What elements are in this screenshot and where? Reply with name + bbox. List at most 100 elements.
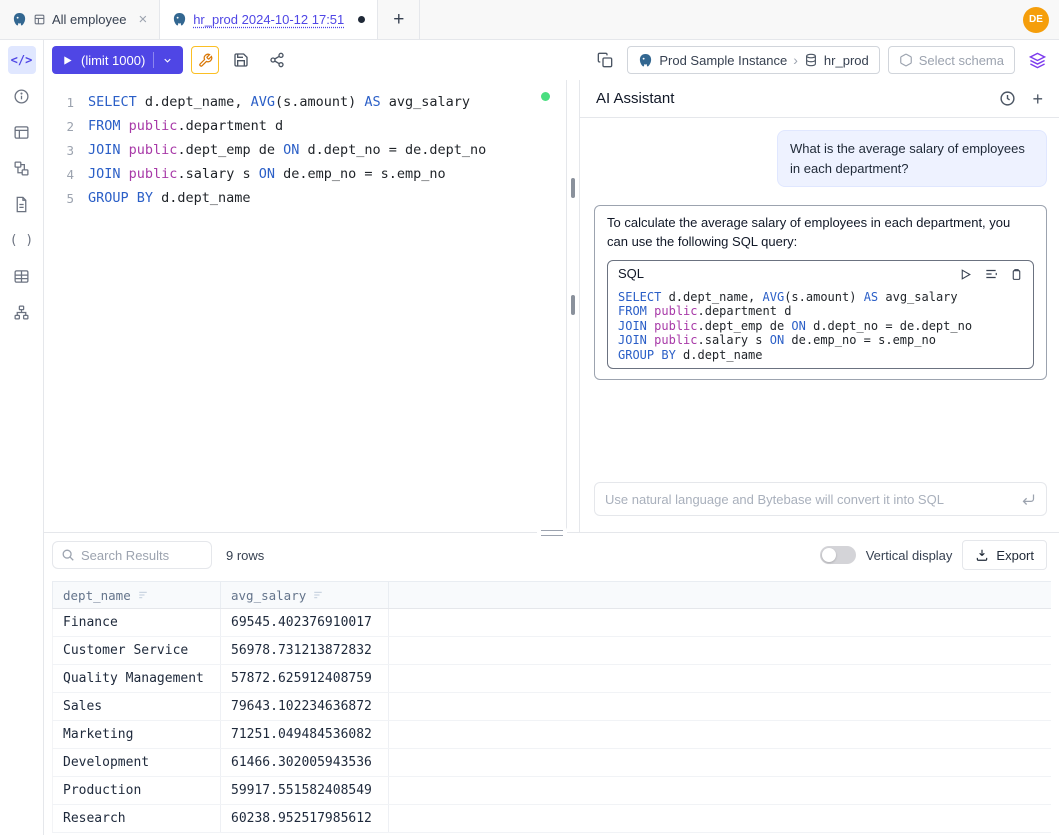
tab-hr-prod[interactable]: hr_prod 2024-10-12 17:51 [160, 0, 378, 39]
format-sql-button[interactable] [591, 46, 619, 74]
select-schema-dropdown[interactable]: Select schema [888, 46, 1015, 74]
editor-line: 3JOIN public.dept_emp de ON d.dept_no = … [44, 138, 566, 162]
sidebar-item-snippets[interactable]: ( ) [8, 226, 36, 254]
table-cell[interactable]: 69545.402376910017 [221, 609, 389, 636]
table-cell[interactable]: 79643.102234636872 [221, 693, 389, 720]
sidebar-item-connections[interactable] [8, 298, 36, 326]
close-icon[interactable]: × [138, 12, 147, 27]
table-cell[interactable]: Research [53, 805, 221, 832]
ai-prompt-input[interactable] [605, 492, 1013, 507]
ai-assistant-panel: AI Assistant + What is the average salar… [580, 80, 1059, 532]
table-cell[interactable]: Marketing [53, 721, 221, 748]
save-button[interactable] [227, 46, 255, 74]
table-cell[interactable]: Quality Management [53, 665, 221, 692]
table-cell[interactable]: Sales [53, 693, 221, 720]
row-filler [389, 777, 1051, 804]
search-results-box [52, 541, 212, 569]
wrench-icon [198, 53, 213, 68]
sidebar-item-schema-diagram[interactable] [8, 154, 36, 182]
table-cell[interactable]: Customer Service [53, 637, 221, 664]
column-header-dept_name[interactable]: dept_name [53, 582, 221, 608]
column-label: avg_salary [231, 588, 306, 603]
insert-code-icon[interactable] [984, 267, 998, 281]
new-tab-button[interactable]: + [378, 0, 420, 39]
table-row: Finance69545.402376910017 [52, 609, 1051, 637]
tab-all-employee[interactable]: All employee × [0, 0, 160, 39]
row-filler [389, 693, 1051, 720]
run-query-button[interactable]: (limit 1000) [52, 46, 183, 74]
table-cell[interactable]: Finance [53, 609, 221, 636]
table-row: Sales79643.102234636872 [52, 693, 1051, 721]
sql-editor[interactable]: 1SELECT d.dept_name, AVG(s.amount) AS av… [44, 80, 566, 532]
header-filler [389, 582, 1051, 608]
postgres-icon [172, 12, 187, 27]
copy-code-icon[interactable] [1010, 268, 1023, 281]
editor-toolbar: (limit 1000) [44, 40, 1059, 80]
line-number: 2 [44, 119, 88, 134]
search-icon [61, 548, 75, 562]
vertical-display-label: Vertical display [866, 548, 953, 563]
row-filler [389, 805, 1051, 832]
table-row: Marketing71251.049484536082 [52, 721, 1051, 749]
postgres-icon [12, 12, 27, 27]
tab-label: All employee [52, 12, 126, 27]
table-row: Quality Management57872.625912408759 [52, 665, 1051, 693]
assistant-text: To calculate the average salary of emplo… [607, 215, 1010, 249]
row-count: 9 rows [226, 548, 264, 563]
connection-status-dot [541, 92, 550, 101]
database-icon [804, 53, 818, 67]
table-cell[interactable]: 71251.049484536082 [221, 721, 389, 748]
share-button[interactable] [263, 46, 291, 74]
user-avatar[interactable]: DE [1023, 7, 1049, 33]
table-cell[interactable]: 60238.952517985612 [221, 805, 389, 832]
run-code-icon[interactable] [959, 268, 972, 281]
return-icon[interactable] [1021, 492, 1036, 507]
ai-panel-title: AI Assistant [596, 90, 674, 107]
play-icon [62, 55, 73, 66]
table-cell[interactable]: 59917.551582408549 [221, 777, 389, 804]
table-cell[interactable]: Production [53, 777, 221, 804]
search-results-input[interactable] [81, 548, 203, 563]
table-cell[interactable]: Development [53, 749, 221, 776]
vertical-display-toggle[interactable] [820, 546, 856, 564]
results-resize-handle[interactable] [537, 527, 567, 537]
line-number: 4 [44, 167, 88, 182]
schema-diagram-button[interactable] [1023, 46, 1051, 74]
sidebar-item-tables[interactable] [8, 262, 36, 290]
ai-code-line: JOIN public.salary s ON de.emp_no = s.em… [618, 333, 1023, 348]
sort-icon[interactable] [137, 589, 149, 601]
table-cell[interactable]: 57872.625912408759 [221, 665, 389, 692]
tab-label: hr_prod 2024-10-12 17:51 [193, 12, 344, 27]
row-filler [389, 721, 1051, 748]
results-table: dept_name avg_salary Finance69545.4023769… [52, 581, 1051, 835]
code-block-label: SQL [618, 265, 644, 284]
chevron-right-icon: › [793, 52, 798, 68]
ai-code-line: SELECT d.dept_name, AVG(s.amount) AS avg… [618, 290, 1023, 305]
column-header-avg_salary[interactable]: avg_salary [221, 582, 389, 608]
sidebar-item-worksheets[interactable] [8, 190, 36, 218]
sidebar-item-databases[interactable] [8, 118, 36, 146]
ai-code-line: JOIN public.dept_emp de ON d.dept_no = d… [618, 319, 1023, 334]
table-cell[interactable]: 61466.302005943536 [221, 749, 389, 776]
sort-icon[interactable] [312, 589, 324, 601]
schema-icon [899, 53, 913, 67]
download-icon [975, 548, 989, 562]
layers-icon [1029, 52, 1046, 69]
assistant-message: To calculate the average salary of emplo… [594, 205, 1047, 380]
unsaved-dot-icon [358, 16, 365, 23]
sidebar-item-sql-editor[interactable]: </> [8, 46, 36, 74]
line-number: 5 [44, 191, 88, 206]
new-chat-icon[interactable]: + [1032, 90, 1043, 108]
panel-resize-handle[interactable] [566, 80, 580, 532]
sidebar-item-info[interactable] [8, 82, 36, 110]
editor-line: 1SELECT d.dept_name, AVG(s.amount) AS av… [44, 90, 566, 114]
chevron-down-icon[interactable] [162, 55, 173, 66]
history-icon[interactable] [999, 90, 1016, 107]
connection-breadcrumb[interactable]: Prod Sample Instance › hr_prod [627, 46, 879, 74]
line-number: 3 [44, 143, 88, 158]
export-label: Export [996, 548, 1034, 563]
database-name: hr_prod [824, 53, 869, 68]
export-button[interactable]: Export [962, 540, 1047, 570]
admin-mode-button[interactable] [191, 46, 219, 74]
table-cell[interactable]: 56978.731213872832 [221, 637, 389, 664]
